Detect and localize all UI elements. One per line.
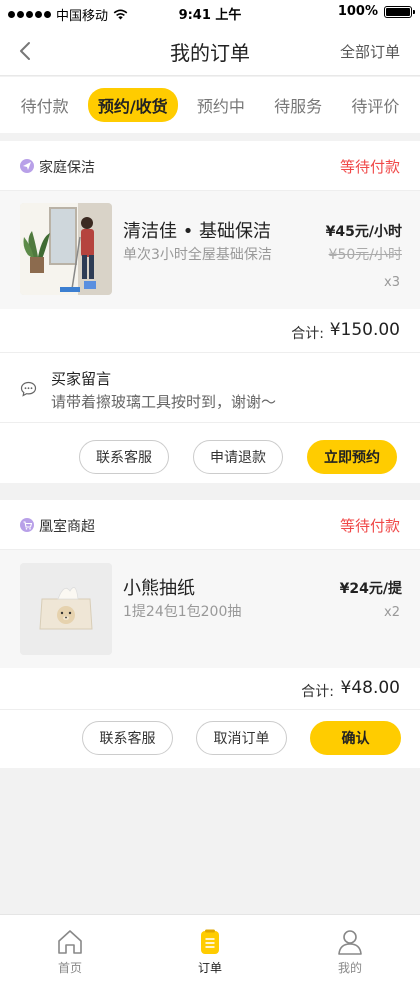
- tabbar-label: 订单: [197, 961, 222, 975]
- order-item[interactable]: 清洁佳 • 基础保洁 单次3小时全屋基础保洁 ¥45元/小时 ¥50元/小时 x…: [0, 191, 420, 309]
- total-label: 合计:: [301, 684, 334, 700]
- order-actions: 联系客服 申请退款 立即预约: [0, 423, 420, 483]
- cart-icon: [20, 518, 34, 532]
- shop-header: 凰室商超 等待付款: [0, 500, 420, 550]
- contact-service-button[interactable]: 联系客服: [82, 721, 173, 755]
- order-card: 凰室商超 等待付款 小熊抽纸 1提24包1包200抽 ¥24元/提 x2 合计:…: [0, 500, 420, 768]
- total-amount: ¥150.00: [329, 320, 400, 340]
- tab-booking[interactable]: 预约中: [187, 88, 255, 122]
- item-desc: 单次3小时全屋基础保洁: [123, 247, 272, 263]
- item-price: ¥45元/小时: [325, 224, 402, 240]
- tab-pending-review[interactable]: 待评价: [341, 88, 409, 122]
- total-label: 合计:: [291, 326, 324, 342]
- message-text: 请带着擦玻璃工具按时到，谢谢～: [51, 393, 277, 411]
- book-now-button[interactable]: 立即预约: [307, 440, 397, 474]
- contact-service-button[interactable]: 联系客服: [79, 440, 169, 474]
- order-status: 等待付款: [339, 517, 400, 535]
- order-status: 等待付款: [339, 158, 400, 176]
- tabbar-item-orders[interactable]: 订单: [140, 915, 280, 984]
- buyer-message: 买家留言 请带着擦玻璃工具按时到，谢谢～: [0, 353, 420, 423]
- back-icon[interactable]: [14, 39, 38, 63]
- tissue-image: [20, 563, 112, 655]
- tabbar-label: 我的: [337, 961, 362, 975]
- item-name: 清洁佳 • 基础保洁: [123, 221, 272, 242]
- item-qty: x2: [384, 605, 400, 620]
- request-refund-button[interactable]: 申请退款: [193, 440, 283, 474]
- home-icon: [58, 930, 82, 954]
- item-price: ¥24元/提: [339, 581, 402, 597]
- confirm-button[interactable]: 确认: [310, 721, 401, 755]
- bottom-tab-bar: 首页 订单 我的: [0, 914, 420, 984]
- order-status-tabs: 待付款 预约/收货 预约中 待服务 待评价: [0, 77, 420, 133]
- tabbar-item-home[interactable]: 首页: [0, 915, 140, 984]
- shop-name[interactable]: 家庭保洁: [39, 157, 95, 177]
- battery-icon: [384, 5, 415, 18]
- all-orders-link[interactable]: 全部订单: [340, 41, 400, 62]
- order-total: 合计: ¥150.00: [0, 309, 420, 353]
- profile-icon: [338, 930, 362, 955]
- cancel-order-button[interactable]: 取消订单: [196, 721, 287, 755]
- order-item[interactable]: 小熊抽纸 1提24包1包200抽 ¥24元/提 x2: [0, 550, 420, 668]
- tab-pending-service[interactable]: 待服务: [264, 88, 332, 122]
- nav-bar: 我的订单 全部订单: [0, 26, 420, 76]
- chat-icon: [20, 381, 37, 397]
- tabbar-label: 首页: [57, 961, 82, 975]
- item-desc: 1提24包1包200抽: [123, 604, 242, 620]
- tab-booking-receipt[interactable]: 预约/收货: [87, 88, 178, 122]
- battery-percent: 100%: [337, 4, 378, 19]
- item-name: 小熊抽纸: [123, 578, 195, 599]
- item-qty: x3: [384, 275, 400, 290]
- item-original-price: ¥50元/小时: [328, 247, 402, 263]
- shop-name[interactable]: 凰室商超: [39, 516, 95, 536]
- order-icon: [201, 929, 219, 954]
- tabbar-item-profile[interactable]: 我的: [280, 915, 420, 984]
- order-actions: 联系客服 取消订单 确认: [0, 710, 420, 768]
- order-card: 家庭保洁 等待付款 清洁佳 • 基础保洁 单次3小时全屋基础保洁 ¥45元/小时…: [0, 141, 420, 483]
- tab-pending-payment[interactable]: 待付款: [11, 88, 79, 122]
- send-icon: [20, 159, 34, 173]
- cleaner-image: [20, 203, 112, 295]
- shop-header: 家庭保洁 等待付款: [0, 141, 420, 191]
- total-amount: ¥48.00: [340, 678, 400, 698]
- order-total: 合计: ¥48.00: [0, 668, 420, 710]
- status-bar: 中国移动 9:41 上午 100%: [0, 0, 420, 26]
- message-title: 买家留言: [51, 370, 112, 388]
